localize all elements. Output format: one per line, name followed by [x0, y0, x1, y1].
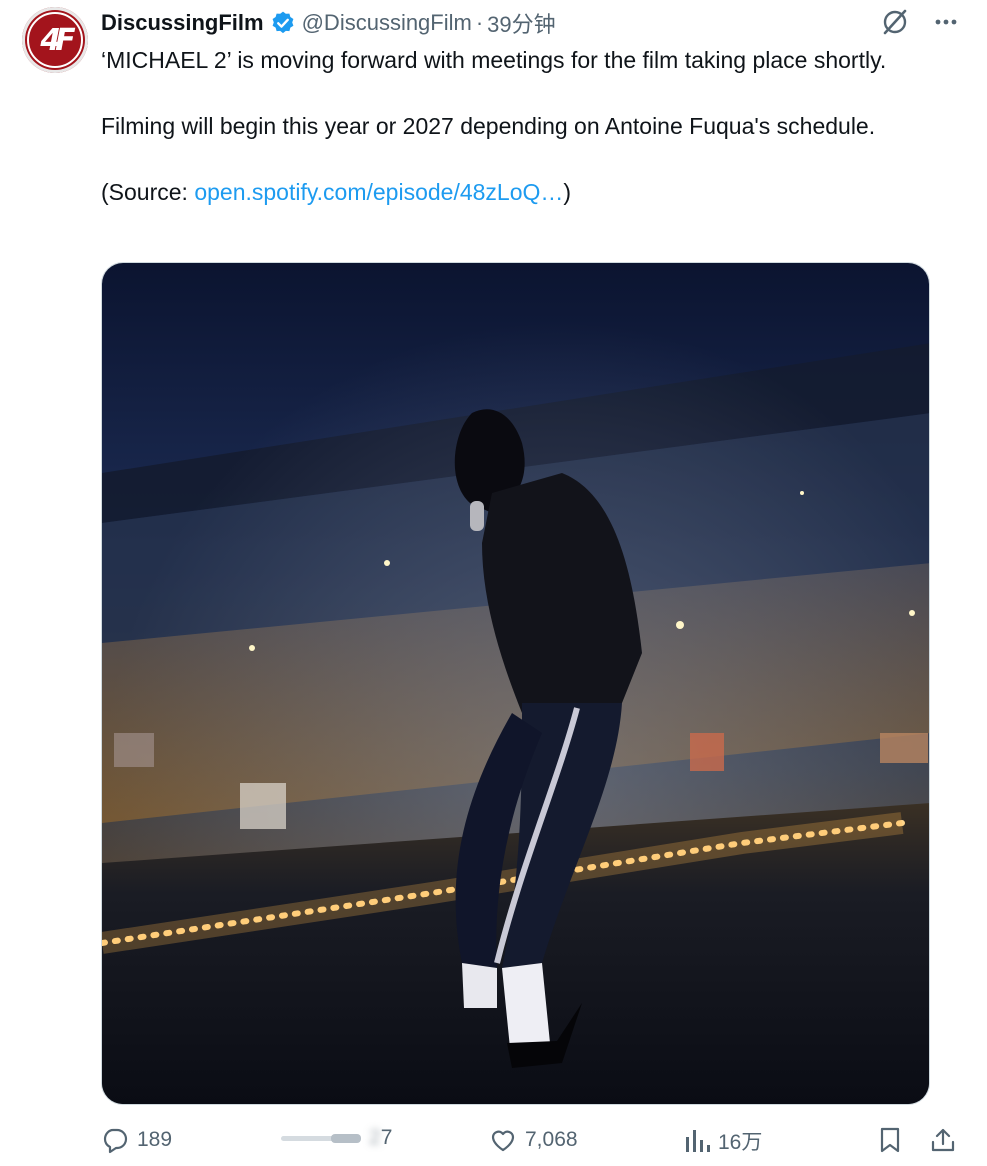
tweet-text: ‘MICHAEL 2’ is moving forward with meeti… [101, 44, 971, 209]
repost-icon [281, 1134, 361, 1143]
share-button[interactable] [929, 1126, 957, 1154]
like-icon [491, 1130, 515, 1152]
author-handle[interactable]: @DiscussingFilm [302, 10, 472, 36]
tweet-line-2: Filming will begin this year or 2027 dep… [101, 113, 876, 139]
verified-badge-icon [272, 11, 293, 34]
grok-icon[interactable] [881, 8, 909, 36]
tweet-actions: 189 2 7 7,068 16万 [101, 1118, 961, 1164]
views-button[interactable]: 16万 [684, 1126, 762, 1156]
top-actions [881, 8, 959, 36]
reply-count: 189 [137, 1128, 173, 1151]
tweet-media-image[interactable] [101, 262, 930, 1105]
reply-button[interactable]: 189 [101, 1126, 172, 1154]
bookmark-icon [880, 1127, 900, 1153]
like-button[interactable]: 7,068 [489, 1126, 578, 1154]
repost-count: 7 [380, 1126, 393, 1149]
source-link[interactable]: open.spotify.com/episode/48zLoQ… [194, 179, 563, 205]
reply-icon [103, 1128, 128, 1154]
repost-button[interactable]: 2 7 [281, 1126, 392, 1150]
author-name[interactable]: DiscussingFilm [101, 10, 264, 36]
source-suffix: ) [563, 179, 572, 205]
views-count: 16万 [718, 1131, 763, 1154]
avatar-logo: 4F [40, 22, 75, 58]
views-icon [686, 1130, 710, 1152]
repost-count-prefix: 2 [369, 1126, 381, 1149]
tweet-source: (Source: open.spotify.com/episode/48zLoQ… [101, 176, 971, 209]
tweet-header: DiscussingFilm @DiscussingFilm · 39分钟 [101, 6, 556, 40]
concert-photo [102, 263, 929, 1104]
like-count: 7,068 [525, 1128, 578, 1151]
bookmark-button[interactable] [876, 1126, 904, 1154]
avatar[interactable]: 4F [22, 7, 88, 73]
tweet-line-1: ‘MICHAEL 2’ is moving forward with meeti… [101, 47, 887, 73]
more-icon[interactable] [933, 9, 959, 35]
source-prefix: (Source: [101, 179, 195, 205]
separator-dot: · [475, 10, 484, 35]
share-icon [931, 1128, 955, 1152]
post-time[interactable]: 39分钟 [487, 7, 555, 39]
